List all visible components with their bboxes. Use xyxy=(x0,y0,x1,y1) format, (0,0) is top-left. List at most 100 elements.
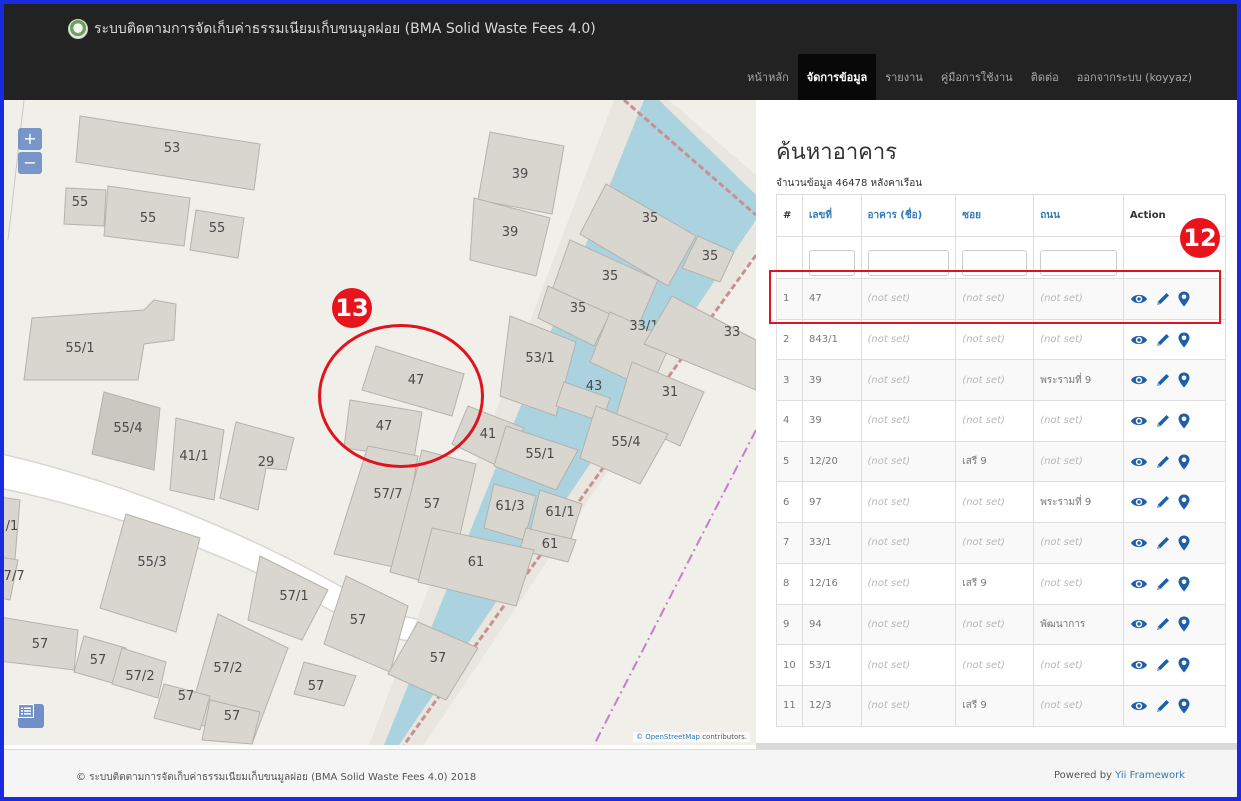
brand[interactable]: ระบบติดตามการจัดเก็บค่าธรรมเนียมเก็บขนมู… xyxy=(68,14,596,44)
layer-list-button[interactable] xyxy=(18,704,44,728)
table-row: 10 53/1 (not set) (not set) (not set) xyxy=(776,644,1227,686)
nav-item-manage-data[interactable]: จัดการข้อมูล xyxy=(797,54,877,100)
zoom-control: + − xyxy=(18,128,42,174)
building-footprint[interactable] xyxy=(23,299,177,381)
pencil-icon[interactable] xyxy=(1155,616,1171,632)
cell-soi: (not set) xyxy=(955,644,1035,686)
table-row: 6 97 (not set) (not set) พระรามที่ 9 xyxy=(776,481,1227,524)
cell-index: 5 xyxy=(776,440,803,483)
map-marker-icon[interactable] xyxy=(1178,535,1190,551)
table-row: 5 12/20 (not set) เสรี 9 (not set) xyxy=(776,440,1227,483)
zoom-in-button[interactable]: + xyxy=(18,128,42,150)
osm-link[interactable]: © OpenStreetMap xyxy=(636,733,700,741)
building-label: 61 xyxy=(542,537,559,552)
map-marker-icon[interactable] xyxy=(1178,616,1190,632)
map-marker-icon[interactable] xyxy=(1178,332,1190,348)
pencil-icon[interactable] xyxy=(1155,372,1171,388)
nav-menu: หน้าหลัก จัดการข้อมูล รายงาน คู่มือการใช… xyxy=(738,54,1201,100)
cell-index: 7 xyxy=(776,522,803,564)
pencil-icon[interactable] xyxy=(1155,576,1171,592)
building-label: 55/4 xyxy=(611,435,640,450)
cell-road: (not set) xyxy=(1033,318,1124,361)
nav-item-manual[interactable]: คู่มือการใช้งาน xyxy=(932,54,1022,100)
building-label: 55/3 xyxy=(137,555,166,570)
map-marker-icon[interactable] xyxy=(1178,372,1190,388)
cell-road: พัฒนาการ xyxy=(1033,603,1124,646)
building-label: 61 xyxy=(468,555,485,570)
nav-item-home[interactable]: หน้าหลัก xyxy=(738,54,798,100)
map-marker-icon[interactable] xyxy=(1178,494,1190,510)
row-actions xyxy=(1130,494,1219,510)
cell-soi: (not set) xyxy=(955,603,1035,646)
eye-icon[interactable] xyxy=(1130,415,1148,427)
sort-soi-link[interactable]: ซอย xyxy=(962,210,981,221)
col-soi[interactable]: ซอย xyxy=(955,194,1035,237)
cell-soi: (not set) xyxy=(955,522,1035,564)
eye-icon[interactable] xyxy=(1130,578,1148,590)
sort-road-link[interactable]: ถนน xyxy=(1040,210,1060,221)
map-marker-icon[interactable] xyxy=(1178,454,1190,470)
nav-item-contact[interactable]: ติดต่อ xyxy=(1022,54,1068,100)
nav-item-report[interactable]: รายงาน xyxy=(876,54,932,100)
pencil-icon[interactable] xyxy=(1155,413,1171,429)
pencil-icon[interactable] xyxy=(1155,698,1171,714)
sort-house-no-link[interactable]: เลขที่ xyxy=(809,210,832,221)
row-actions xyxy=(1130,535,1219,551)
map-marker-icon[interactable] xyxy=(1178,413,1190,429)
building-label: 57 xyxy=(424,497,441,512)
eye-icon[interactable] xyxy=(1130,456,1148,468)
building-label: 55 xyxy=(72,195,89,210)
col-road[interactable]: ถนน xyxy=(1033,194,1124,237)
eye-icon[interactable] xyxy=(1130,334,1148,346)
building-label: 55/1 xyxy=(525,447,554,462)
cell-road: (not set) xyxy=(1033,562,1124,605)
powered-by-text: Powered by xyxy=(1054,770,1112,781)
building-label: 41 xyxy=(480,427,497,442)
map-marker-icon[interactable] xyxy=(1178,657,1190,673)
building-label: 57 xyxy=(90,653,107,668)
cell-index: 10 xyxy=(776,644,803,686)
eye-icon[interactable] xyxy=(1130,537,1148,549)
eye-icon[interactable] xyxy=(1130,374,1148,386)
yii-framework-link[interactable]: Yii Framework xyxy=(1115,770,1185,781)
pencil-icon[interactable] xyxy=(1155,454,1171,470)
cell-building-name: (not set) xyxy=(860,603,957,646)
sort-building-name-link[interactable]: อาคาร (ชื่อ) xyxy=(868,210,923,221)
building-footprint[interactable] xyxy=(293,661,357,707)
cell-road: (not set) xyxy=(1033,644,1124,686)
building-label: 31 xyxy=(662,385,679,400)
cell-road: (not set) xyxy=(1033,522,1124,564)
cell-soi: เสรี 9 xyxy=(955,684,1035,727)
building-label: 57/2 xyxy=(213,661,242,676)
cell-building-name: (not set) xyxy=(860,684,957,727)
pencil-icon[interactable] xyxy=(1155,332,1171,348)
pencil-icon[interactable] xyxy=(1155,494,1171,510)
col-building-name[interactable]: อาคาร (ชื่อ) xyxy=(860,194,957,237)
cell-building-name: (not set) xyxy=(860,440,957,483)
building-label: 41/1 xyxy=(179,449,208,464)
building-label: 55 xyxy=(209,221,226,236)
col-house-no[interactable]: เลขที่ xyxy=(802,194,862,237)
eye-icon[interactable] xyxy=(1130,496,1148,508)
map-attribution: © OpenStreetMap contributors. xyxy=(633,732,750,742)
map-marker-icon[interactable] xyxy=(1178,698,1190,714)
map-marker-icon[interactable] xyxy=(1178,576,1190,592)
cell-house-no: 53/1 xyxy=(802,644,862,686)
eye-icon[interactable] xyxy=(1130,700,1148,712)
pencil-icon[interactable] xyxy=(1155,657,1171,673)
cell-action xyxy=(1122,440,1227,483)
pencil-icon[interactable] xyxy=(1155,535,1171,551)
building-label: 35 xyxy=(642,211,659,226)
zoom-out-button[interactable]: − xyxy=(18,152,42,174)
eye-icon[interactable] xyxy=(1130,659,1148,671)
building-label: 57 xyxy=(308,679,325,694)
cell-index: 8 xyxy=(776,562,803,605)
annotation-badge-13: 13 xyxy=(332,288,372,328)
building-label: 43 xyxy=(586,379,603,394)
nav-item-logout[interactable]: ออกจากระบบ (koyyaz) xyxy=(1068,54,1201,100)
building-label: 35 xyxy=(570,301,587,316)
eye-icon[interactable] xyxy=(1130,618,1148,630)
row-actions xyxy=(1130,657,1219,673)
table-row: 8 12/16 (not set) เสรี 9 (not set) xyxy=(776,562,1227,605)
top-navbar: ระบบติดตามการจัดเก็บค่าธรรมเนียมเก็บขนมู… xyxy=(4,4,1237,100)
